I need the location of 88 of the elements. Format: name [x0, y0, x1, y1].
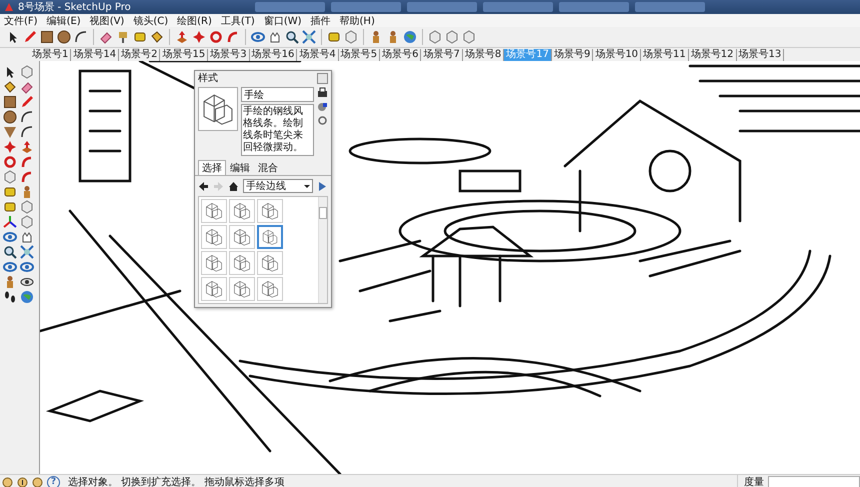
home-icon[interactable]: [228, 180, 239, 192]
style-thumbnail[interactable]: [257, 251, 283, 275]
search-icon[interactable]: [285, 30, 299, 44]
pencil-icon[interactable]: [23, 30, 37, 44]
collection-dropdown[interactable]: 手绘边线: [243, 179, 313, 193]
push-pull-icon[interactable]: [175, 30, 189, 44]
menu-item[interactable]: 插件: [310, 14, 331, 28]
style-thumbnail[interactable]: [201, 199, 227, 223]
menu-item[interactable]: 文件(F): [4, 14, 38, 28]
axes-icon[interactable]: [3, 215, 17, 229]
circle-icon[interactable]: [2, 476, 13, 487]
help-icon[interactable]: ?: [47, 476, 60, 487]
paint-icon[interactable]: [317, 101, 328, 112]
cube-icon[interactable]: [20, 215, 34, 229]
orbit-icon[interactable]: [251, 30, 265, 44]
square-icon[interactable]: [3, 95, 17, 109]
refresh-icon[interactable]: [317, 115, 328, 126]
cube-icon[interactable]: [20, 200, 34, 214]
cube-icon[interactable]: [428, 30, 442, 44]
move-arrows-icon[interactable]: [192, 30, 206, 44]
style-thumbnail[interactable]: [229, 277, 255, 301]
pencil-icon[interactable]: [20, 95, 34, 109]
brush-icon[interactable]: [116, 30, 130, 44]
arc-icon[interactable]: [74, 30, 88, 44]
close-button[interactable]: [317, 72, 328, 84]
info-icon[interactable]: [17, 476, 28, 487]
orbit-icon[interactable]: [3, 260, 17, 274]
back-arrow-icon[interactable]: [198, 180, 209, 192]
scene-tab[interactable]: 场景号15: [160, 48, 208, 60]
cube-icon[interactable]: [3, 170, 17, 184]
style-name-field[interactable]: 手绘: [241, 87, 314, 102]
footprints-icon[interactable]: [3, 290, 17, 304]
panel-title: 样式: [198, 72, 218, 85]
window-title: 8号场景 - SketchUp Pro: [18, 0, 131, 14]
rotate-icon[interactable]: [3, 155, 17, 169]
globe-icon[interactable]: [403, 30, 417, 44]
rotate-icon[interactable]: [209, 30, 223, 44]
style-description: 手绘的钢线风格线条。绘制线条时笔尖来回轻微摆动。: [241, 104, 314, 156]
menu-item[interactable]: 绘图(R): [177, 14, 212, 28]
arc-icon[interactable]: [20, 125, 34, 139]
square-icon[interactable]: [40, 30, 54, 44]
circle-icon[interactable]: [57, 30, 71, 44]
cube-icon[interactable]: [462, 30, 476, 44]
menu-item[interactable]: 工具(T): [220, 14, 255, 28]
orbit-icon[interactable]: [20, 260, 34, 274]
style-thumbnail[interactable]: [257, 199, 283, 223]
zoom-extents-icon[interactable]: [302, 30, 316, 44]
panel-tab[interactable]: 选择: [198, 160, 226, 175]
globe-icon[interactable]: [20, 290, 34, 304]
circle-icon[interactable]: [3, 110, 17, 124]
style-thumbnail[interactable]: [201, 225, 227, 249]
cube-icon[interactable]: [445, 30, 459, 44]
eye-icon[interactable]: [20, 275, 34, 289]
status-message: 选择对象。 切换到扩充选择。 拖动鼠标选择多项: [68, 476, 284, 487]
details-arrow-icon[interactable]: [317, 180, 328, 192]
triangle-icon[interactable]: [3, 125, 17, 139]
menu-item[interactable]: 编辑(E): [46, 14, 81, 28]
style-thumbnail[interactable]: [201, 251, 227, 275]
scene-tab[interactable]: 场景号3: [208, 48, 250, 60]
style-thumbnail[interactable]: [257, 225, 283, 249]
eraser-icon[interactable]: [99, 30, 113, 44]
search-icon[interactable]: [3, 245, 17, 259]
menu-item[interactable]: 视图(V): [90, 14, 124, 28]
measure-label: 度量: [744, 476, 764, 487]
style-preview-thumbnail: [198, 87, 238, 131]
menu-item[interactable]: 窗口(W): [264, 14, 302, 28]
measure-field[interactable]: [768, 476, 860, 487]
printer-icon[interactable]: [317, 87, 328, 98]
panel-tab[interactable]: 混合: [254, 160, 282, 175]
zoom-extents-icon[interactable]: [20, 245, 34, 259]
style-thumbnail[interactable]: [229, 251, 255, 275]
panel-tab[interactable]: 编辑: [226, 160, 254, 175]
menu-item[interactable]: 镜头(C): [133, 14, 168, 28]
eraser-icon[interactable]: [20, 80, 34, 94]
orbit-icon[interactable]: [3, 230, 17, 244]
style-thumbnail[interactable]: [257, 277, 283, 301]
menu-item[interactable]: 帮助(H): [340, 14, 375, 28]
push-pull-icon[interactable]: [20, 140, 34, 154]
scrollbar[interactable]: [318, 197, 327, 303]
scene-tab[interactable]: 场景号16: [250, 48, 298, 60]
app-icon: [4, 2, 14, 12]
cube-icon[interactable]: [344, 30, 358, 44]
style-thumbnail[interactable]: [201, 277, 227, 301]
style-thumbnail[interactable]: [229, 225, 255, 249]
arc-icon[interactable]: [20, 110, 34, 124]
move-arrows-icon[interactable]: [3, 140, 17, 154]
cube-icon[interactable]: [20, 65, 34, 79]
style-thumbnail[interactable]: [229, 199, 255, 223]
